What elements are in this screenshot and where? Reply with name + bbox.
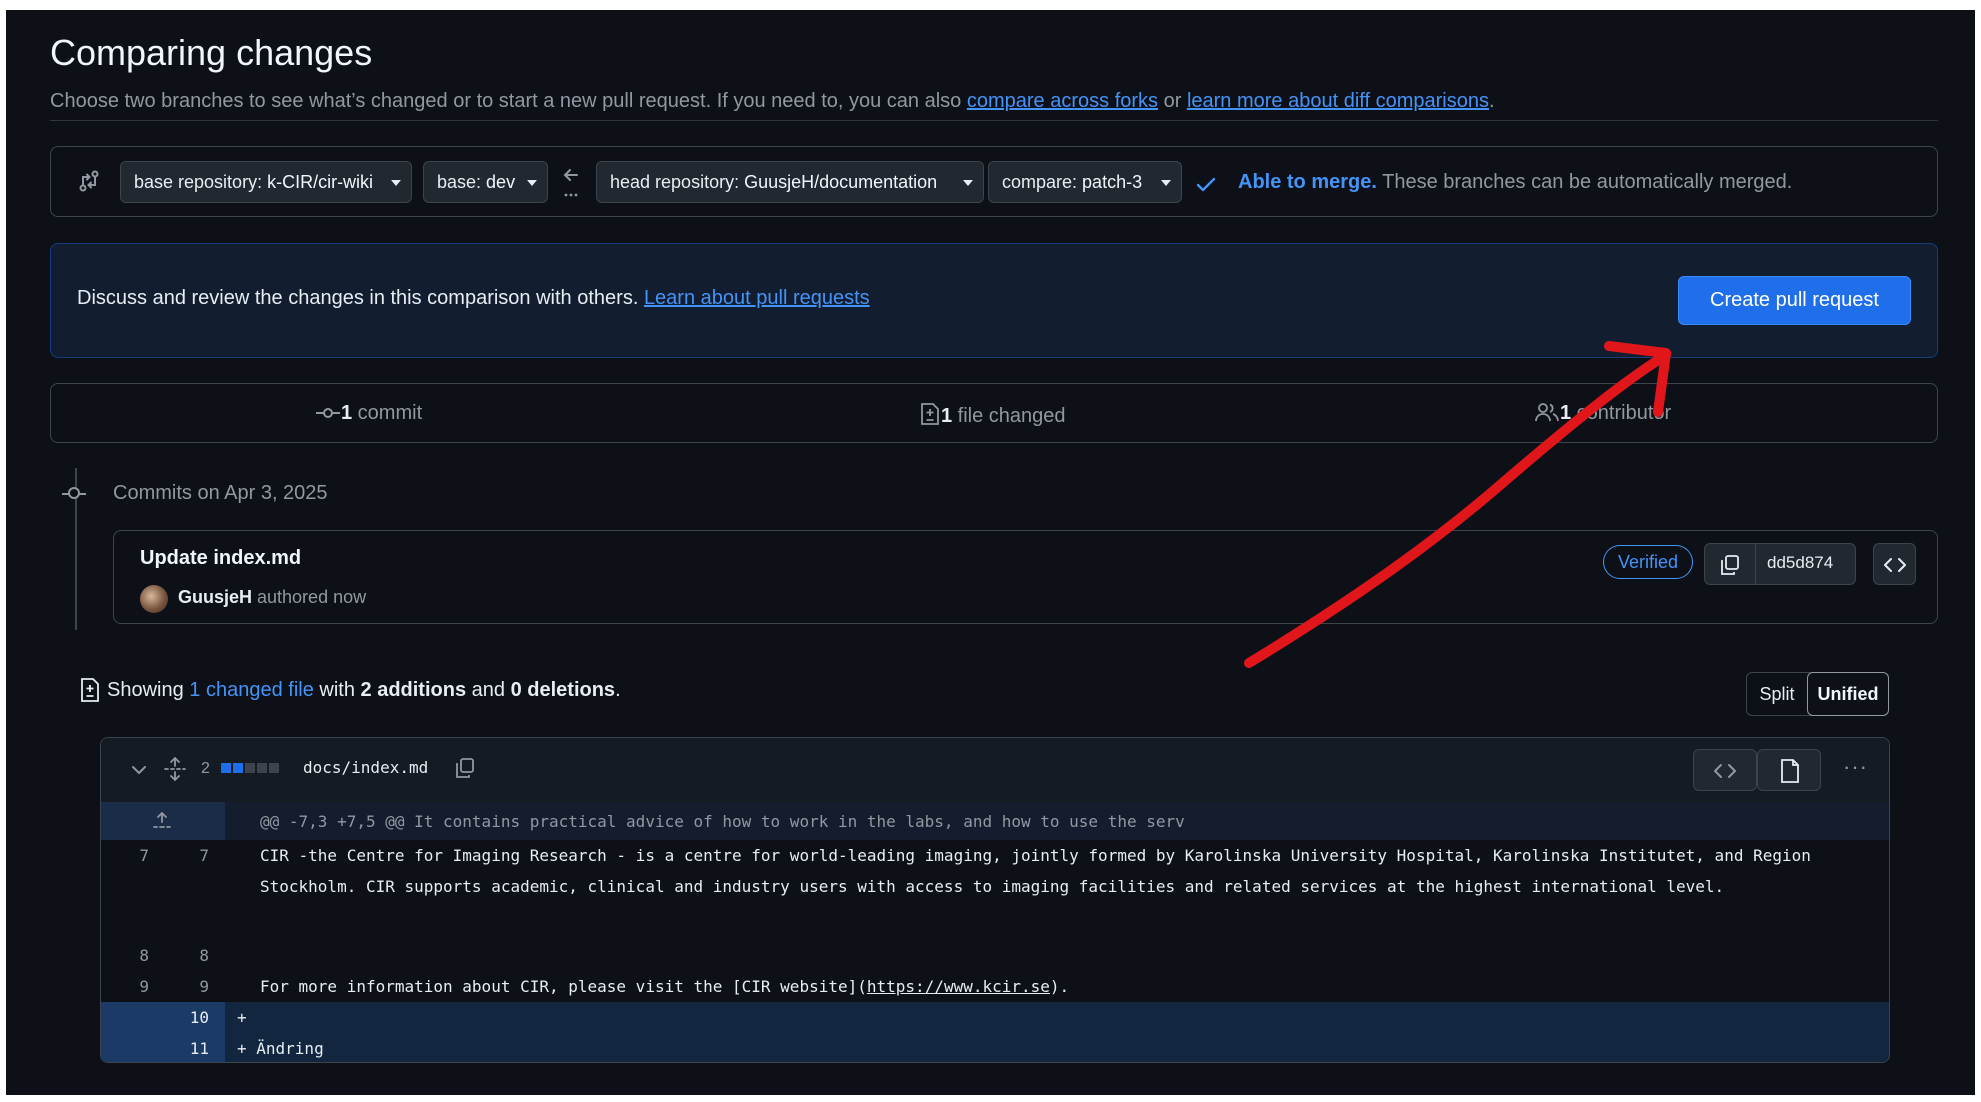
annotation-arrow (1244, 341, 1671, 668)
github-compare-page: Comparing changes Choose two branches to… (6, 10, 1975, 1095)
